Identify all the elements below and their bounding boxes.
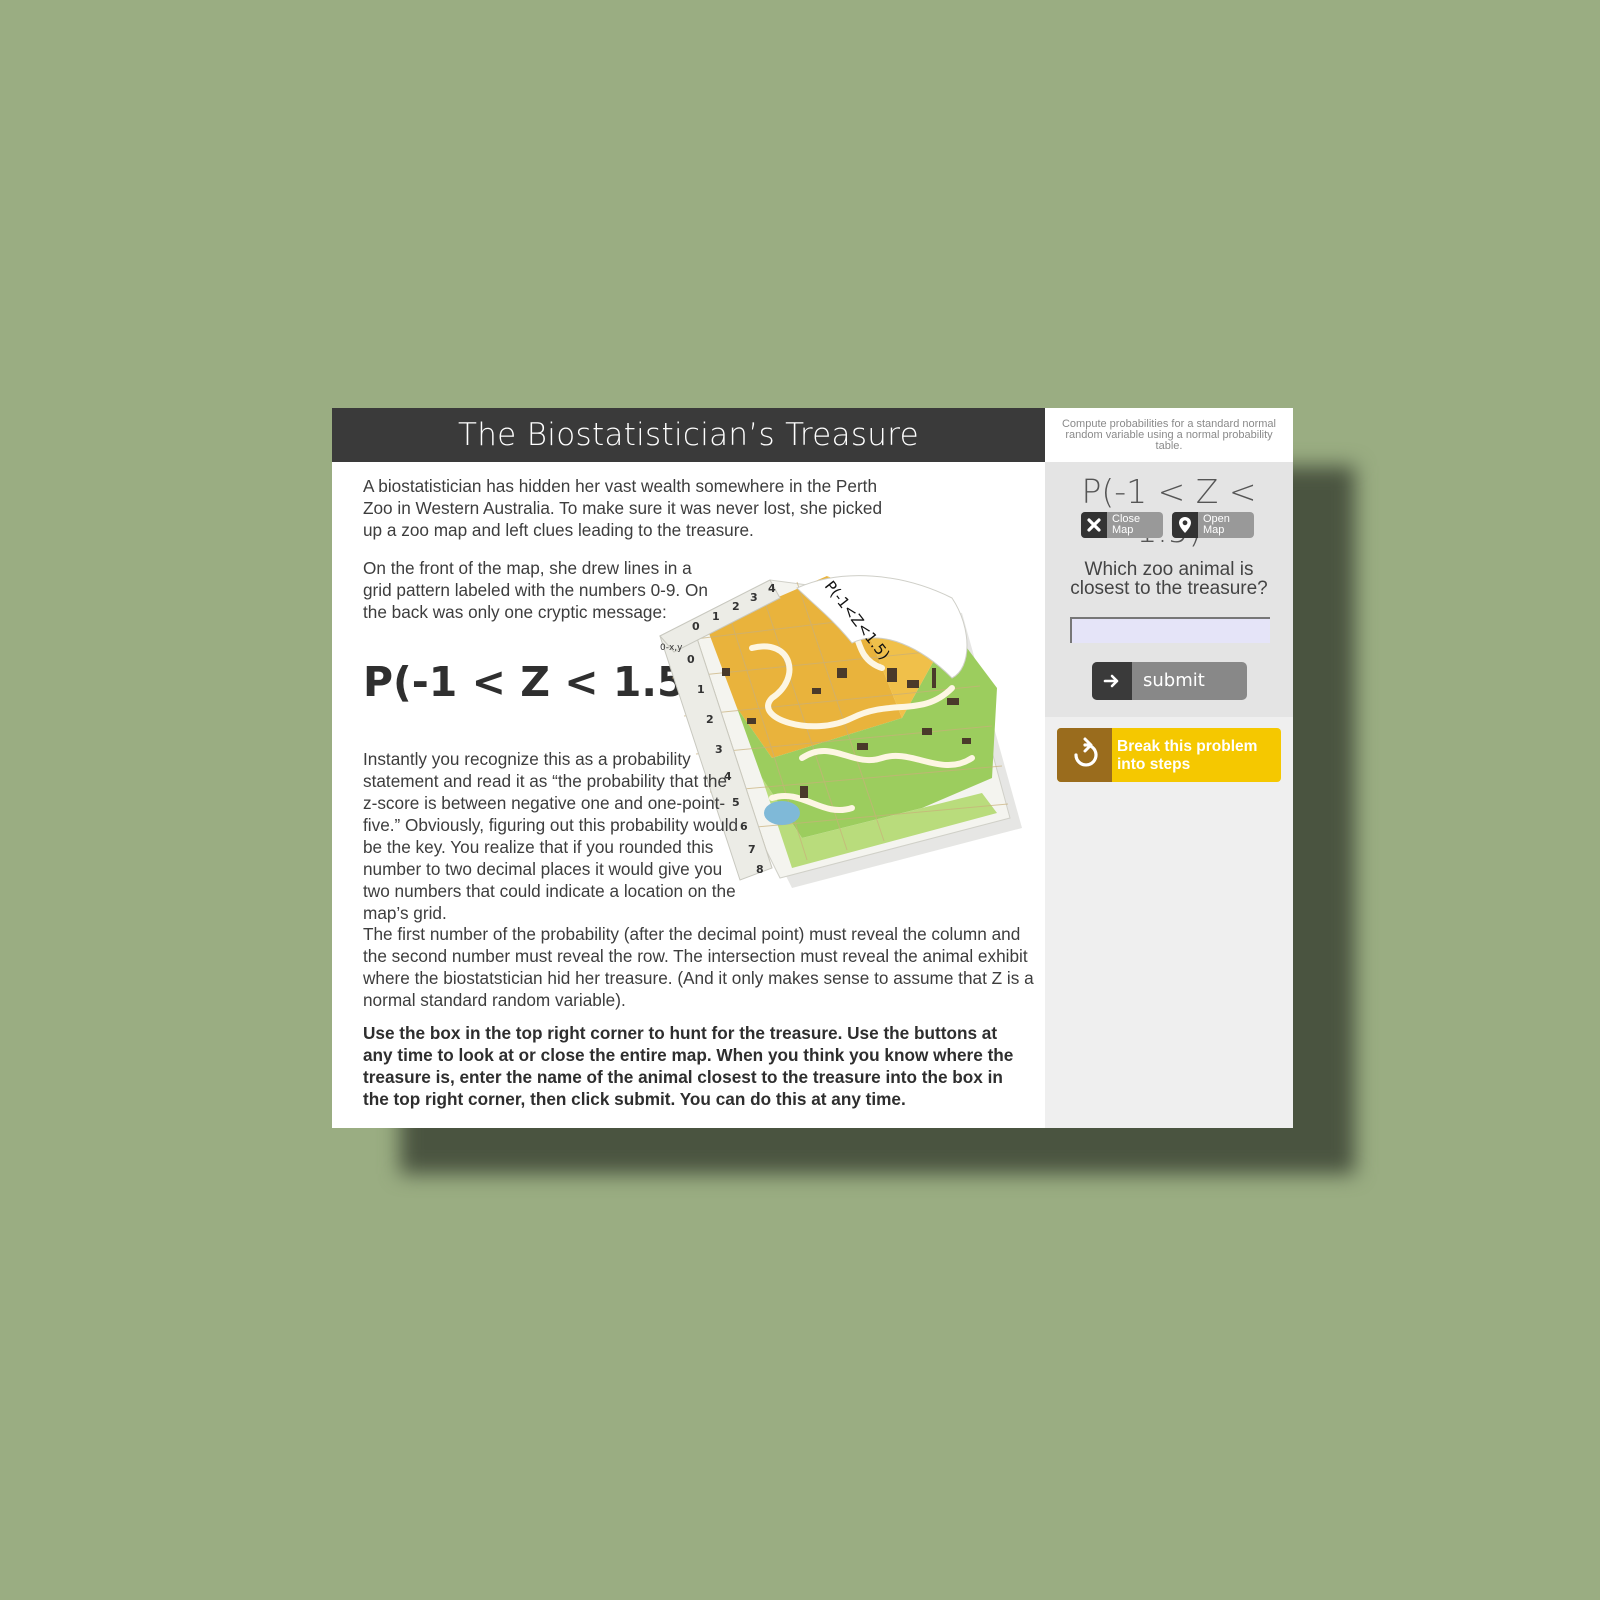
lesson-card: The Biostatistician’s Treasure A biostat…	[332, 408, 1293, 1128]
grid-row-7: 7	[748, 843, 756, 856]
page-title: The Biostatistician’s Treasure	[332, 408, 1045, 462]
break-into-steps-button[interactable]: Break this problem into steps	[1057, 728, 1281, 782]
intro-paragraph: A biostatistician has hidden her vast we…	[363, 476, 883, 540]
map-pin-icon	[1172, 512, 1198, 538]
grid-corner-label: 0-x,y	[660, 643, 683, 653]
sidebar-formula: P(-1 < Z < 1.5)	[1081, 472, 1257, 550]
open-map-button[interactable]: Open Map	[1172, 512, 1254, 538]
open-map-label: Open Map	[1203, 513, 1230, 536]
treasure-hunt-box: P(-1 < Z < 1.5) Close Map Open Map Which…	[1045, 462, 1293, 717]
grid-col-1: 1	[712, 610, 720, 623]
column-row-paragraph: The first number of the probability (aft…	[363, 924, 1034, 1010]
refresh-icon	[1057, 728, 1112, 782]
grid-col-4: 4	[768, 582, 776, 595]
break-into-steps-label: Break this problem into steps	[1117, 738, 1258, 773]
grid-col-2: 2	[732, 600, 740, 613]
grid-row-8: 8	[756, 863, 764, 876]
grid-row-2: 2	[706, 713, 714, 726]
close-map-label: Close Map	[1112, 513, 1141, 536]
grid-row-0: 0	[687, 653, 695, 666]
recognize-paragraph: Instantly you recognize this as a probab…	[363, 749, 739, 923]
answer-input[interactable]	[1070, 617, 1270, 643]
question-prompt: Which zoo animal is closest to the treas…	[1070, 559, 1268, 599]
learning-objective: Compute probabilities for a standard nor…	[1045, 408, 1293, 462]
grid-col-3: 3	[750, 591, 758, 604]
instructions-paragraph: Use the box in the top right corner to h…	[363, 1023, 1014, 1109]
submit-button[interactable]: submit	[1092, 662, 1247, 700]
story-panel: The Biostatistician’s Treasure A biostat…	[332, 408, 1045, 1128]
arrow-right-icon	[1092, 662, 1132, 700]
close-icon	[1081, 512, 1107, 538]
submit-label: submit	[1143, 670, 1205, 691]
close-map-button[interactable]: Close Map	[1081, 512, 1163, 538]
sidebar: Compute probabilities for a standard nor…	[1045, 408, 1293, 1128]
grid-row-1: 1	[697, 683, 705, 696]
grid-col-0: 0	[692, 620, 700, 633]
